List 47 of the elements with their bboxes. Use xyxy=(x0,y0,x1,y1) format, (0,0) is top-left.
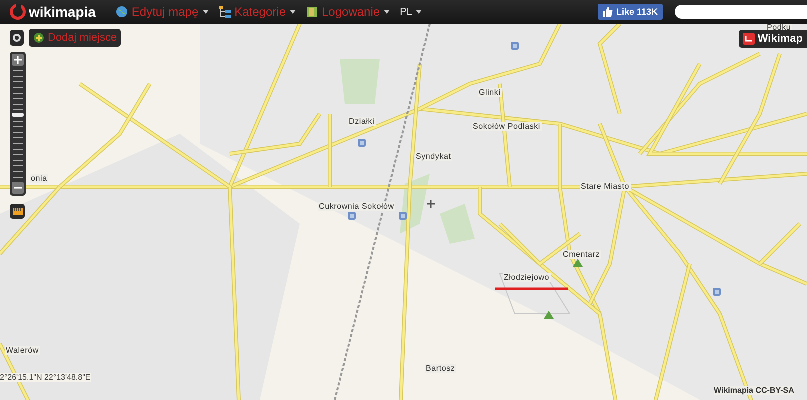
place-label[interactable]: Walerów xyxy=(5,346,40,355)
logo-icon xyxy=(10,4,26,20)
logo-icon xyxy=(742,33,755,45)
place-label[interactable]: Cukrownia Sokołów xyxy=(318,202,396,211)
place-label[interactable]: onia xyxy=(30,174,48,183)
zoom-thumb[interactable] xyxy=(12,113,24,118)
settings-button[interactable] xyxy=(10,30,24,46)
crosshair-icon xyxy=(426,199,436,209)
plus-icon xyxy=(14,56,22,64)
place-label[interactable]: Bartosz xyxy=(425,364,456,373)
caret-icon xyxy=(202,10,209,14)
place-label[interactable]: Syndykat xyxy=(415,152,452,161)
site-logo[interactable]: wikimapia xyxy=(10,4,96,20)
tree-icon[interactable] xyxy=(544,311,554,319)
add-place-icon xyxy=(33,32,45,44)
hierarchy-icon xyxy=(218,6,231,18)
attribution-text: Wikimapia CC-BY-SA xyxy=(714,386,794,395)
caret-icon xyxy=(290,10,296,14)
place-label[interactable]: Cmentarz xyxy=(562,250,602,259)
place-label[interactable]: Sokołów Podlaski xyxy=(472,122,542,131)
zoom-out-button[interactable] xyxy=(12,182,24,194)
building-icon[interactable] xyxy=(399,212,407,220)
place-label[interactable]: Działki xyxy=(348,117,376,126)
ruler-icon xyxy=(12,208,22,215)
place-label[interactable]: Złodziejowo xyxy=(503,273,551,282)
corner-brand-badge[interactable]: Wikimap xyxy=(738,30,807,48)
globe-icon xyxy=(116,6,128,18)
place-label[interactable]: Stare Miasto xyxy=(580,182,631,191)
caret-icon xyxy=(384,10,390,14)
coordinates-text: 2°26'15.1"N 22°13'48.8"E xyxy=(0,373,91,382)
menu-item[interactable]: PL xyxy=(400,6,422,18)
door-icon xyxy=(306,6,318,18)
building-icon[interactable] xyxy=(511,42,519,50)
settings-icon xyxy=(13,34,21,42)
layers-button[interactable] xyxy=(10,204,25,219)
minus-icon xyxy=(14,184,22,192)
search-field[interactable] xyxy=(675,5,807,19)
thumbs-up-icon xyxy=(603,7,614,17)
building-icon[interactable] xyxy=(358,139,366,147)
building-icon[interactable] xyxy=(713,288,721,296)
map-view[interactable]: Podku Glinki Działki Sokołów Podlaski Syndykat Stare Miasto onia Cukrownia Sokołów Cmentarz Złodziejowo Walerów Bartosz Dodaj miejsce Wikimap 2°26'15.1"N 22°13'48.8"E Wikimapia CC-BY-SA xyxy=(0,24,807,400)
like-button[interactable]: Like 113K xyxy=(598,4,663,20)
zoom-in-button[interactable] xyxy=(12,54,24,66)
place-label[interactable]: Glinki xyxy=(478,88,502,97)
zoom-slider[interactable] xyxy=(10,52,26,196)
caret-icon xyxy=(416,10,422,14)
building-icon[interactable] xyxy=(348,212,356,220)
